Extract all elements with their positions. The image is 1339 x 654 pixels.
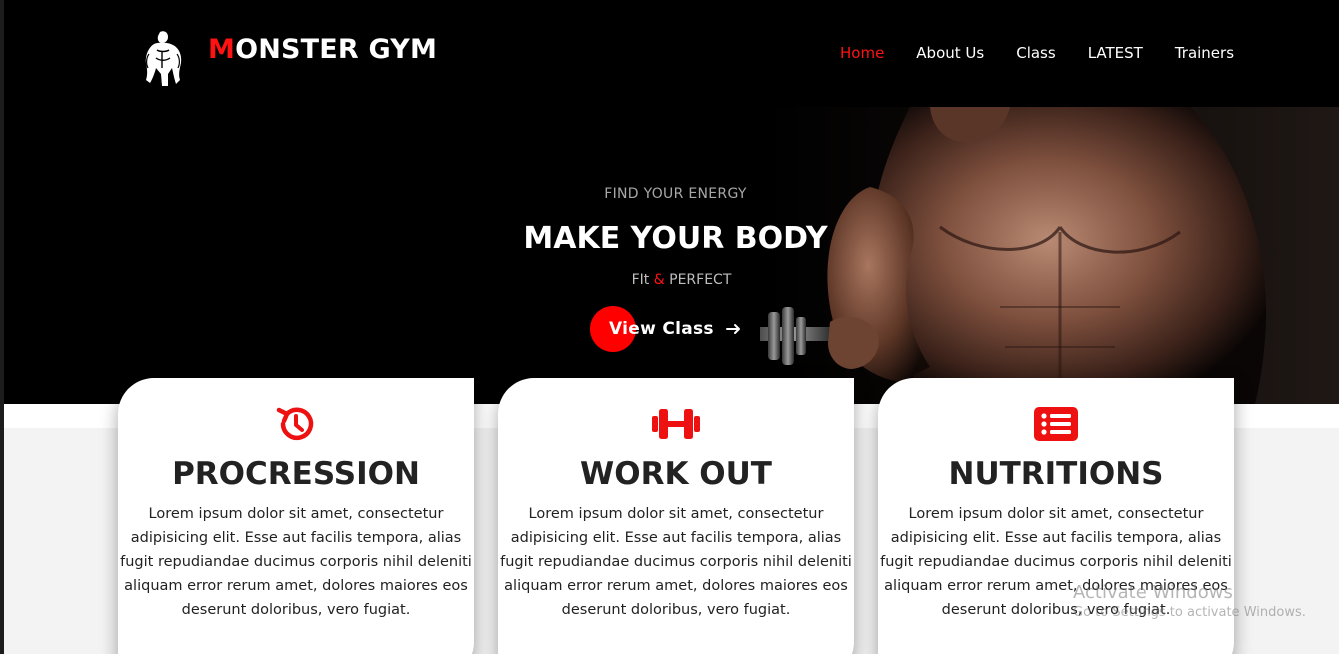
nav-class[interactable]: Class bbox=[1016, 44, 1055, 62]
hero-eyebrow-text: FIND YOUR ENERGY bbox=[604, 186, 747, 202]
site-header: MONSTER GYM Home About Us Class LATEST T… bbox=[0, 0, 1339, 107]
brand-rest: ONSTER GYM bbox=[235, 34, 438, 65]
feature-title: WORK OUT bbox=[580, 456, 772, 492]
subline-right: PERFECT bbox=[669, 272, 732, 288]
bodybuilder-logo-icon[interactable] bbox=[140, 28, 186, 88]
hero-headline-text: MAKE YOUR BODY bbox=[523, 221, 828, 256]
feature-icon-wrap bbox=[878, 402, 1234, 446]
hero-headline: MAKE YOUR BODY bbox=[0, 221, 1339, 256]
page: MONSTER GYM Home About Us Class LATEST T… bbox=[0, 0, 1339, 654]
hero-banner: FIND YOUR ENERGY MAKE YOUR BODY FIt & PE… bbox=[0, 107, 1339, 404]
nav-latest[interactable]: LATEST bbox=[1088, 44, 1143, 62]
arrow-right-icon bbox=[725, 324, 740, 334]
feature-card-work-out: WORK OUT Lorem ipsum dolor sit amet, con… bbox=[498, 378, 854, 654]
list-icon bbox=[1034, 407, 1078, 441]
hero-eyebrow: FIND YOUR ENERGY bbox=[0, 183, 1339, 202]
hero-subline-text: FIt & PERFECT bbox=[626, 272, 732, 288]
subline-left: FIt bbox=[631, 272, 650, 288]
brand-first-letter: M bbox=[208, 34, 236, 65]
cta-label: View Class bbox=[609, 319, 714, 339]
feature-icon-wrap bbox=[118, 402, 474, 446]
feature-description: Lorem ipsum dolor sit amet, consectetur … bbox=[120, 506, 472, 618]
view-class-button[interactable]: View Class bbox=[590, 306, 742, 352]
subline-ampersand: & bbox=[653, 272, 665, 288]
nav-about-us[interactable]: About Us bbox=[916, 44, 984, 62]
feature-description: Lorem ipsum dolor sit amet, consectetur … bbox=[500, 506, 852, 618]
brand-name[interactable]: MONSTER GYM bbox=[208, 34, 437, 65]
feature-title: PROCRESSION bbox=[172, 456, 420, 492]
dumbbell-icon bbox=[652, 409, 700, 439]
feature-card-procression: PROCRESSION Lorem ipsum dolor sit amet, … bbox=[118, 378, 474, 654]
feature-title: NUTRITIONS bbox=[948, 456, 1164, 492]
nav-trainers[interactable]: Trainers bbox=[1175, 44, 1234, 62]
feature-card-nutritions: NUTRITIONS Lorem ipsum dolor sit amet, c… bbox=[878, 378, 1234, 654]
feature-icon-wrap bbox=[498, 402, 854, 446]
window-left-edge bbox=[0, 0, 4, 654]
history-icon bbox=[276, 407, 314, 441]
main-nav: Home About Us Class LATEST Trainers bbox=[840, 44, 1234, 62]
nav-home[interactable]: Home bbox=[840, 44, 884, 62]
hero-subline: FIt & PERFECT bbox=[0, 269, 1339, 288]
feature-description: Lorem ipsum dolor sit amet, consectetur … bbox=[880, 506, 1232, 618]
